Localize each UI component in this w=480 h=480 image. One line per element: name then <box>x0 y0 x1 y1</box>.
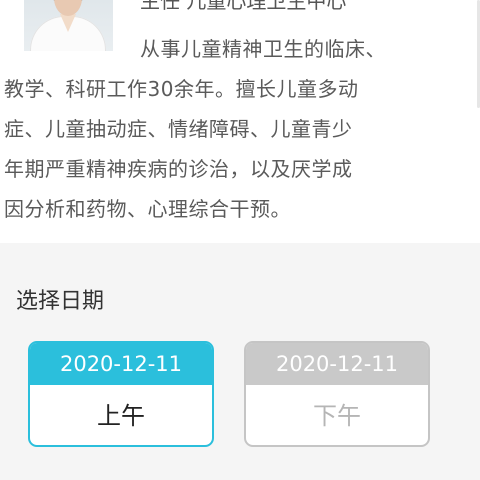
slot-afternoon-button[interactable]: 2020-12-11 下午 <box>244 341 430 447</box>
slot-period: 上午 <box>97 402 145 430</box>
bio-line: 年期严重精神疾病的诊治，以及厌学成 <box>4 157 353 181</box>
slot-period: 下午 <box>313 402 361 430</box>
bio-line: 教学、科研工作30余年。擅长儿童多动 <box>4 77 359 101</box>
doctor-title: 主任 儿童心理卫生中心 <box>140 0 347 13</box>
bio-line: 因分析和药物、心理综合干预。 <box>4 197 291 221</box>
bio-line: 从事儿童精神卫生的临床、 <box>140 37 386 61</box>
slot-date: 2020-12-11 <box>246 343 428 385</box>
doctor-photo <box>24 0 113 51</box>
doctor-profile-card: 主任 儿童心理卫生中心 从事儿童精神卫生的临床、 教学、科研工作30余年。擅长儿… <box>0 0 480 243</box>
select-date-heading: 选择日期 <box>16 289 105 314</box>
bio-line: 症、儿童抽动症、情绪障碍、儿童青少 <box>4 117 353 141</box>
slot-date: 2020-12-11 <box>30 343 212 385</box>
slot-morning-button[interactable]: 2020-12-11 上午 <box>28 341 214 447</box>
